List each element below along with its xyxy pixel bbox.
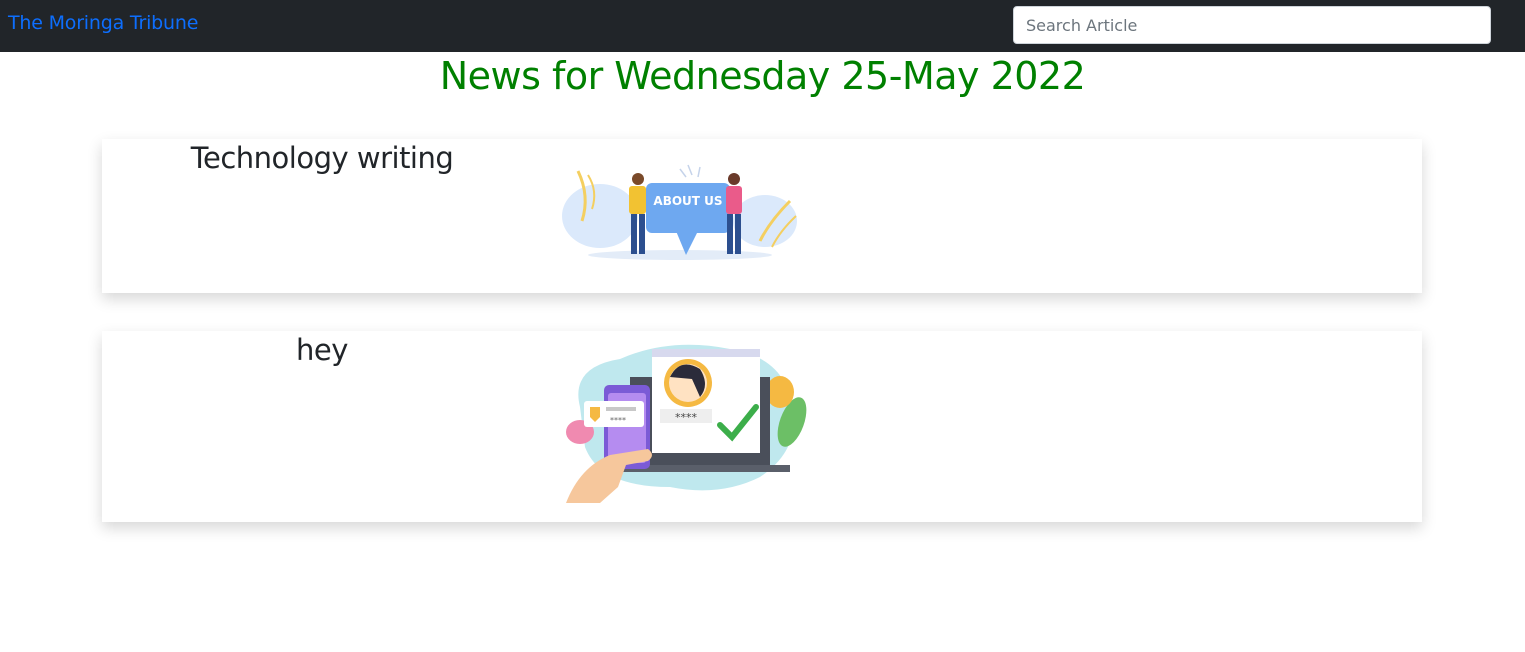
about-us-caption: ABOUT US <box>653 194 722 208</box>
article-card[interactable]: hey **** **** <box>102 331 1422 522</box>
article-card[interactable]: Technology writing ABOUT US <box>102 139 1422 293</box>
about-us-illustration: ABOUT US <box>562 164 797 260</box>
search-input[interactable] <box>1013 6 1491 44</box>
article-title[interactable]: Technology writing <box>102 141 542 175</box>
secure-login-illustration: **** **** <box>566 344 807 503</box>
page-title: News for Wednesday 25-May 2022 <box>439 54 1086 98</box>
password-dots-text: **** <box>675 411 698 424</box>
navbar: The Moringa Tribune <box>0 0 1525 52</box>
brand-link[interactable]: The Moringa Tribune <box>8 12 198 34</box>
svg-text:****: **** <box>610 416 626 425</box>
article-title[interactable]: hey <box>102 333 542 367</box>
